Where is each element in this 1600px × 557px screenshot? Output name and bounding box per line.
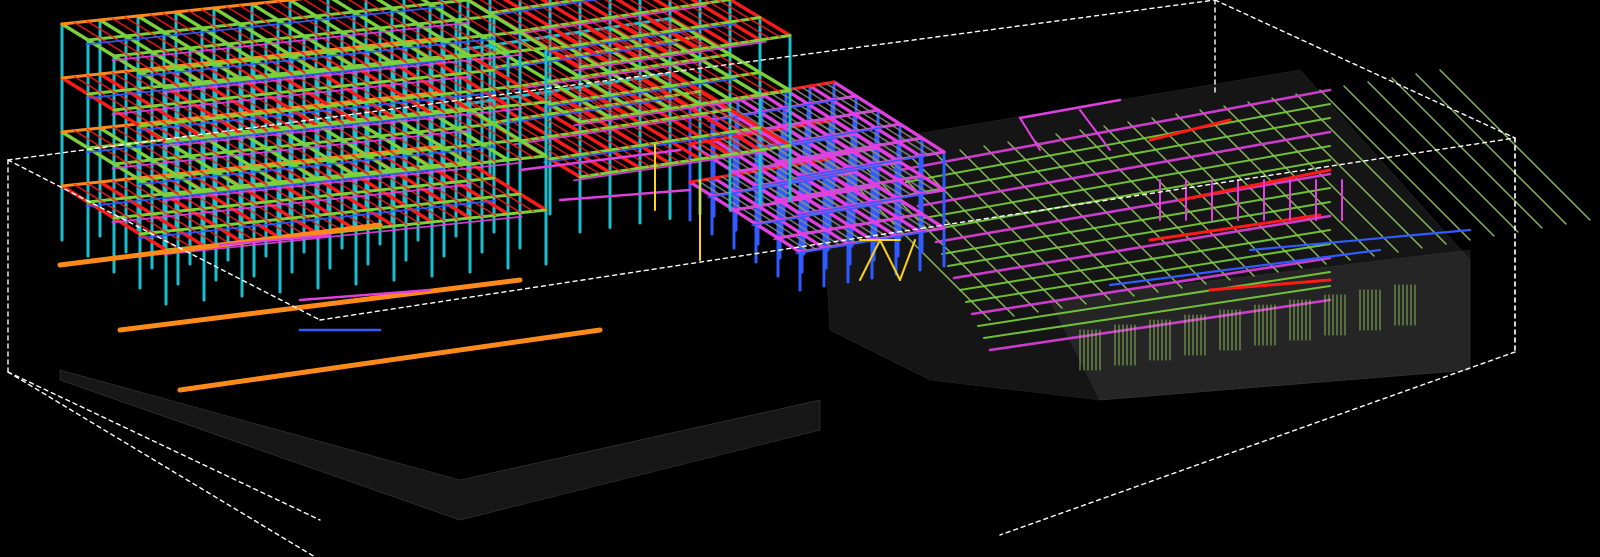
west-structural-wing <box>57 0 792 393</box>
transfer-beam <box>117 277 523 333</box>
transfer-beam <box>177 327 603 393</box>
foundation-slab <box>59 369 821 521</box>
model-viewport[interactable] <box>0 0 1600 557</box>
3d-model-canvas[interactable] <box>0 0 1600 557</box>
